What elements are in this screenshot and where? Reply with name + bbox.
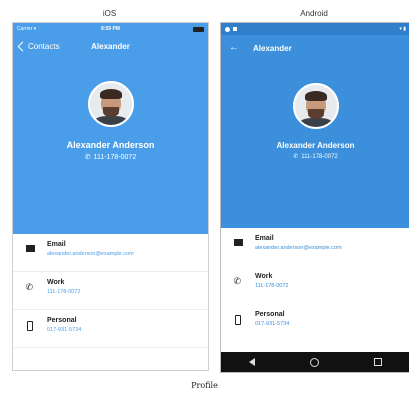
- android-navigation-bar: [221, 352, 409, 372]
- row-value: 111-178-0072: [47, 289, 81, 295]
- ios-label: iOS: [102, 9, 117, 18]
- contact-name: Alexander Anderson: [276, 141, 355, 150]
- phone-icon: ✆: [293, 154, 299, 160]
- avatar: [292, 83, 339, 129]
- profile-header: Alexander Anderson ✆ 111-178-0072: [221, 61, 409, 228]
- android-toolbar: ← Alexander: [221, 35, 409, 61]
- email-icon: [233, 239, 243, 246]
- email-row[interactable]: Email alexander.anderson@example.com: [13, 234, 208, 272]
- notification-icon: [233, 27, 237, 31]
- ios-nav-bar: Contacts Alexander: [13, 35, 208, 57]
- row-value: 017-931-5734: [47, 327, 82, 333]
- phone-icon: ✆: [25, 282, 34, 292]
- personal-phone-row[interactable]: Personal 017-931-5734: [221, 304, 409, 342]
- nav-back-icon[interactable]: [248, 358, 255, 366]
- row-label: Email: [255, 235, 274, 242]
- notification-icon: [225, 26, 230, 32]
- row-label: Work: [47, 279, 65, 286]
- row-value: alexander.anderson@example.com: [47, 251, 134, 257]
- header-phone[interactable]: ✆ 111-178-0072: [84, 153, 137, 162]
- ios-status-bar: Carrier ▾ 8:59 PM: [13, 23, 208, 35]
- row-label: Personal: [47, 317, 77, 324]
- signal-battery-icon: ▾ ▮: [399, 26, 406, 32]
- back-label: Contacts: [28, 41, 60, 51]
- ios-screen: Carrier ▾ 8:59 PM Contacts Alexander Ale…: [12, 22, 209, 371]
- row-label: Personal: [255, 311, 285, 318]
- phone-icon: ✆: [233, 276, 242, 286]
- personal-phone-row[interactable]: Personal 017-931-5734: [13, 310, 208, 348]
- row-value: alexander.anderson@example.com: [255, 245, 342, 251]
- android-status-bar: ▾ ▮: [221, 23, 409, 35]
- contact-name: Alexander Anderson: [66, 140, 155, 150]
- nav-recents-icon[interactable]: [374, 358, 383, 366]
- header-phone-number: 111-178-0072: [93, 153, 137, 161]
- mobile-icon: [27, 321, 33, 331]
- chevron-left-icon: [17, 41, 28, 51]
- arrow-back-icon[interactable]: ←: [229, 43, 239, 53]
- row-value: 111-178-0072: [255, 283, 289, 289]
- contact-details: Email alexander.anderson@example.com ✆ W…: [13, 234, 208, 348]
- row-value: 017-931-5734: [255, 321, 290, 327]
- figure-caption: Profile: [191, 381, 218, 390]
- android-screen: ▾ ▮ ← Alexander Alexander Anderson ✆ 111…: [220, 22, 409, 373]
- android-label: Android: [300, 9, 328, 18]
- phone-icon: ✆: [84, 154, 91, 161]
- email-icon: [25, 245, 35, 252]
- nav-home-icon[interactable]: [309, 357, 319, 367]
- contact-details: Email alexander.anderson@example.com ✆ W…: [221, 228, 409, 342]
- email-row[interactable]: Email alexander.anderson@example.com: [221, 228, 409, 266]
- row-label: Email: [47, 241, 66, 248]
- status-time: 8:59 PM: [101, 26, 120, 32]
- mobile-icon: [235, 315, 241, 325]
- header-phone-number: 111-178-0072: [301, 153, 338, 160]
- back-button[interactable]: Contacts: [17, 41, 60, 51]
- work-phone-row[interactable]: ✆ Work 111-178-0072: [221, 266, 409, 304]
- avatar: [87, 81, 134, 127]
- toolbar-title: Alexander: [253, 43, 292, 53]
- header-phone[interactable]: ✆ 111-178-0072: [293, 153, 338, 161]
- work-phone-row[interactable]: ✆ Work 111-178-0072: [13, 272, 208, 310]
- profile-header: Alexander Anderson ✆ 111-178-0072: [13, 57, 208, 234]
- row-label: Work: [255, 273, 273, 280]
